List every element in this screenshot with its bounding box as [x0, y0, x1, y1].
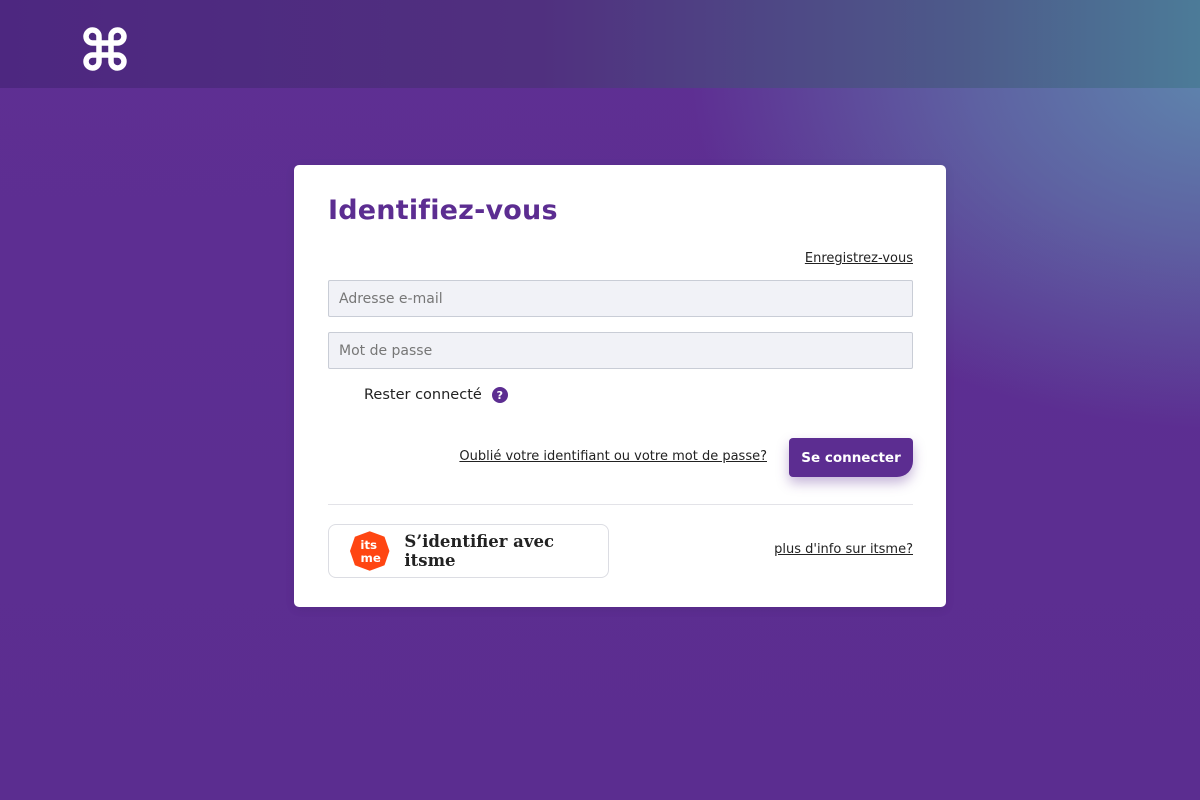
- password-field[interactable]: [328, 332, 913, 369]
- command-key-icon[interactable]: [80, 24, 130, 74]
- page-title: Identifiez-vous: [328, 195, 558, 226]
- svg-text:me: me: [361, 551, 381, 565]
- itsme-button-label: S’identifier avec itsme: [404, 532, 555, 570]
- question-circle-icon[interactable]: ?: [491, 387, 508, 403]
- remember-me[interactable]: Rester connecté ?: [364, 387, 508, 403]
- register-link[interactable]: Enregistrez-vous: [805, 251, 913, 266]
- login-button[interactable]: Se connecter: [789, 438, 913, 477]
- itsme-logo-icon: its me: [349, 531, 390, 571]
- itsme-info-link[interactable]: plus d'info sur itsme?: [774, 542, 913, 557]
- divider: [328, 504, 913, 505]
- remember-me-label[interactable]: Rester connecté: [364, 387, 482, 403]
- forgot-credentials-link[interactable]: Oublié votre identifiant ou votre mot de…: [459, 449, 767, 464]
- login-card: Identifiez-vous Enregistrez-vous Rester …: [294, 165, 946, 607]
- email-field[interactable]: [328, 280, 913, 317]
- top-bar: [0, 0, 1200, 88]
- itsme-login-button[interactable]: its me S’identifier avec itsme: [328, 524, 609, 578]
